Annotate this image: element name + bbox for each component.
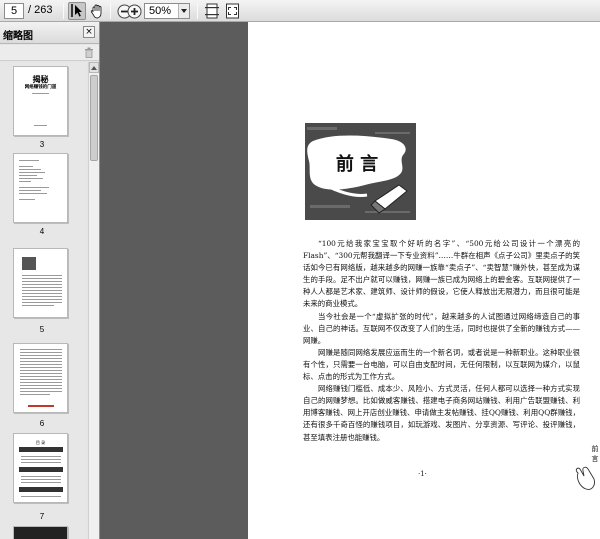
scrollbar-thumb[interactable]: [90, 75, 98, 161]
fit-page-icon: [205, 3, 219, 19]
toolbar-separator: [110, 3, 111, 19]
hand-tool-button[interactable]: [88, 2, 106, 20]
scroll-up-button[interactable]: [89, 62, 99, 73]
fit-width-icon: [225, 3, 239, 19]
paragraph: 网络赚钱门槛低、成本少、风险小、方式灵活，任何人都可以选择一种方式实现自己的网赚…: [303, 384, 580, 442]
thumbnail-page-number: 5: [39, 325, 45, 334]
panel-title: 缩略图: [3, 31, 33, 42]
thumbnail-page-number: 4: [39, 227, 45, 236]
zoom-dropdown-button[interactable]: [178, 4, 189, 18]
chevron-down-icon: [181, 9, 187, 13]
toolbar-separator: [197, 3, 198, 19]
thumbnail-scrollbar[interactable]: [88, 62, 99, 539]
trash-icon[interactable]: [84, 47, 94, 58]
thumbnail-panel: 缩略图 × 揭秘 网络赚钱的门道 3 4 5 6 目 录 7: [0, 22, 100, 539]
page-number: ·1·: [418, 470, 427, 478]
zoom-value: 50%: [149, 5, 172, 17]
select-tool-button[interactable]: [68, 2, 86, 20]
panel-close-button[interactable]: ×: [83, 26, 95, 38]
thumbnail-page[interactable]: 目 录: [13, 433, 68, 503]
zoom-select[interactable]: 50%: [144, 3, 190, 19]
thumbnail-page-number: 6: [39, 419, 45, 428]
panel-header: 缩略图 ×: [0, 22, 99, 44]
zoom-in-icon: [127, 4, 141, 18]
thumb-contents-heading: 目 录: [35, 440, 46, 445]
paragraph: 当今社会是一个“虚拟扩张的时代”，越来越多的人试图通过网络缔造自己的事业、自己的…: [303, 311, 580, 345]
paragraph: 网赚是随同网络发展应运而生的一个新名词，或者说是一种新职业。这种职业很有个性，只…: [303, 347, 580, 382]
thumbnail-page-current[interactable]: [13, 248, 68, 318]
page-number-input[interactable]: 5: [4, 3, 24, 19]
thumb-header-image: [22, 257, 36, 270]
panel-subtoolbar: [0, 45, 99, 61]
fit-width-button[interactable]: [223, 2, 241, 20]
side-tab-label: 前言: [591, 445, 599, 463]
paragraph: “100元给我家宝宝取个好听的名字”、“500元给公司设计一个漂亮的Flash”…: [303, 239, 580, 309]
fit-page-button[interactable]: [203, 2, 221, 20]
toolbar: 5 / 263 50%: [0, 0, 600, 22]
thumbnail-page-number: 7: [39, 512, 45, 521]
close-icon: ×: [85, 27, 93, 37]
chapter-header-image: 前 言: [305, 123, 416, 220]
thumb-cover-subtitle: 网络赚钱的门道: [24, 85, 57, 90]
hand-icon: [90, 4, 102, 18]
thumbnail-page[interactable]: [13, 153, 68, 223]
chevron-up-icon: [91, 66, 97, 70]
zoom-in-button[interactable]: [126, 2, 142, 20]
thumbnail-page-number: 3: [39, 140, 45, 149]
thumbnail-page[interactable]: [13, 343, 68, 413]
thumbnail-list[interactable]: 揭秘 网络赚钱的门道 3 4 5 6 目 录 7: [0, 62, 87, 539]
thumbnail-page[interactable]: 揭秘 网络赚钱的门道: [13, 66, 68, 136]
cursor-icon: [71, 4, 82, 17]
body-text: “100元给我家宝宝取个好听的名字”、“500元给公司设计一个漂亮的Flash”…: [303, 238, 580, 444]
chapter-heading: 前 言: [336, 153, 378, 175]
document-page: 前 言 “100元给我家宝宝取个好听的名字”、“500元给公司设计一个漂亮的Fl…: [248, 22, 600, 539]
document-workspace: [100, 22, 248, 539]
total-pages-label: / 263: [28, 4, 53, 16]
toolbar-separator: [63, 3, 64, 19]
thumb-footer-mark: [28, 405, 54, 407]
thumbnail-page[interactable]: [13, 526, 68, 539]
